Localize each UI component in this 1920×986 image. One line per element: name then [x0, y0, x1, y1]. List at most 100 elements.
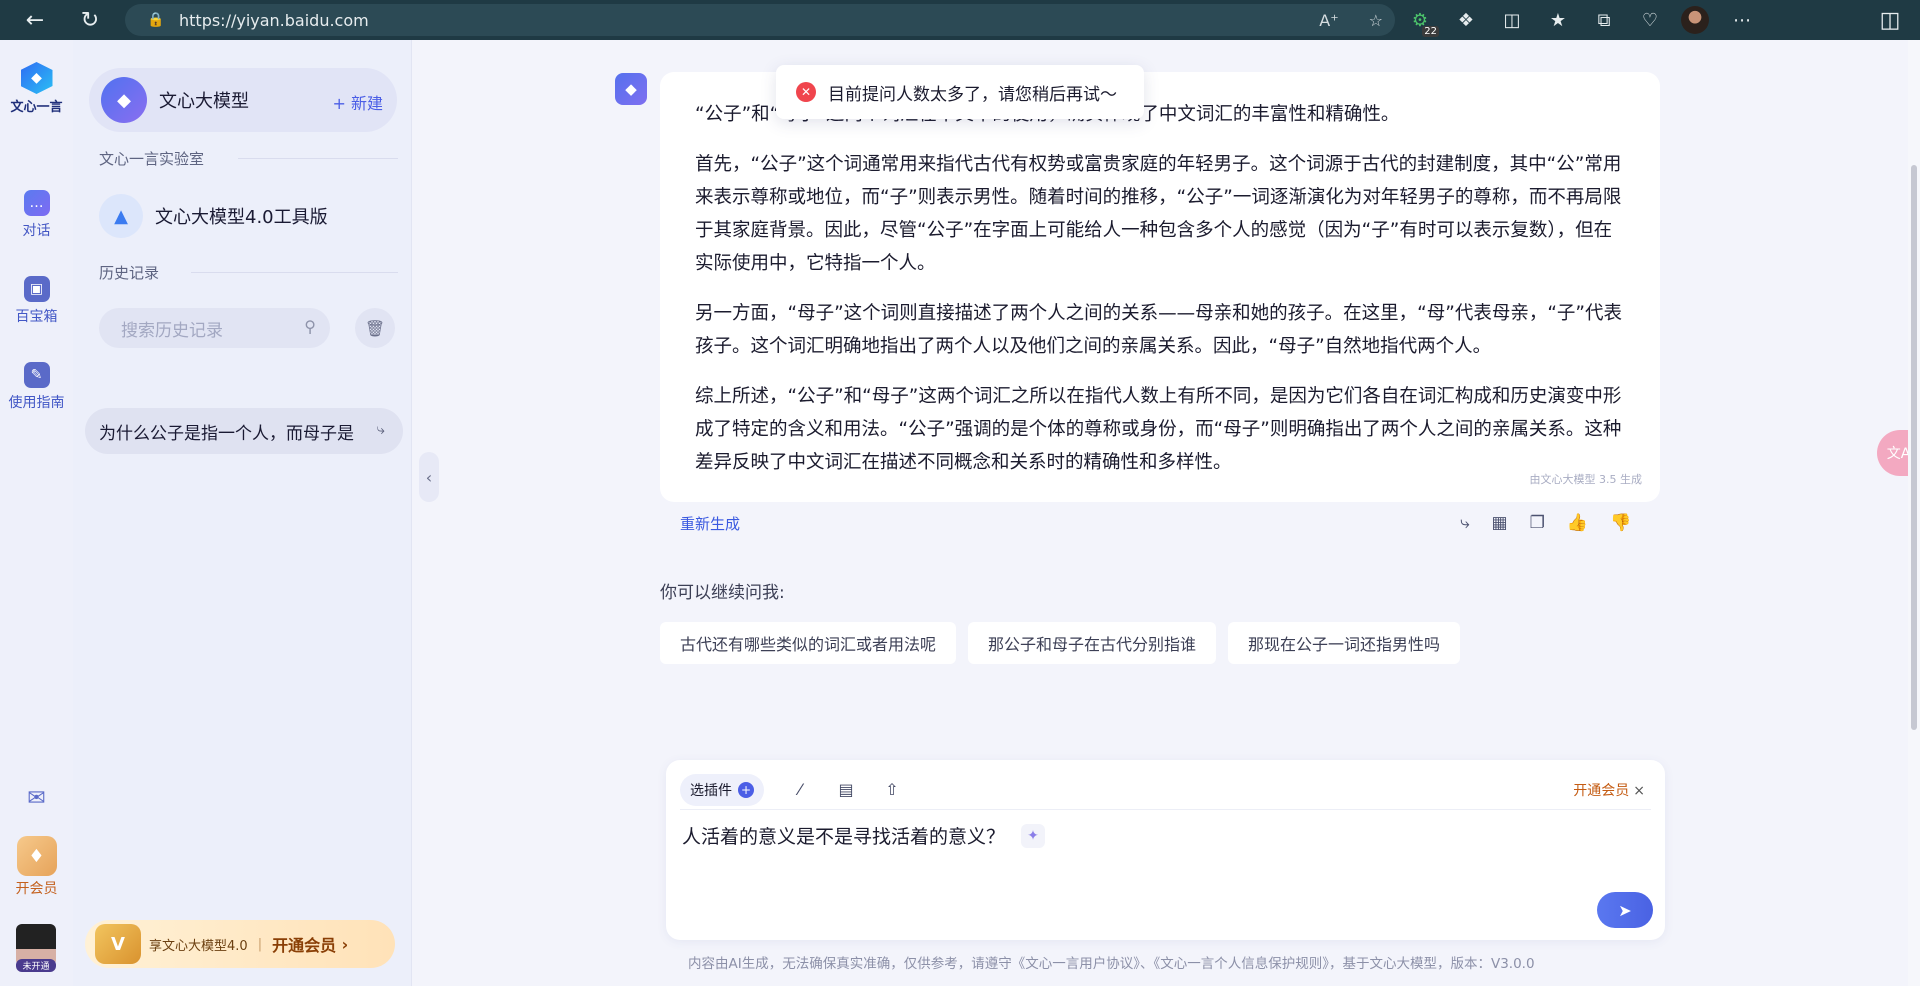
suggestion-chip[interactable]: 古代还有哪些类似的词汇或者用法呢 [660, 622, 957, 664]
profile-avatar[interactable] [1681, 6, 1711, 34]
suggestion-chip[interactable]: 那现在公子一词还指男性吗 [1228, 622, 1461, 664]
prompt-input[interactable]: 人活着的意义是不是寻找活着的意义？ ✦ [682, 822, 1046, 849]
read-aloud-icon[interactable]: A⁺ [1319, 11, 1338, 30]
prompt-input-value: 人活着的意义是不是寻找活着的意义？ [682, 826, 1006, 848]
model-selector[interactable]: ◆ 文心大模型 + 新建 [89, 68, 397, 132]
lab-section-label: 文心一言实验室 [99, 150, 205, 168]
suggestions-title: 你可以继续问我: [660, 583, 785, 603]
open-vip-link[interactable]: 开通会员 × [1573, 780, 1645, 800]
extension-badge: 22 [1422, 25, 1439, 37]
suggestion-chip[interactable]: 那公子和母子在古代分别指谁 [968, 622, 1217, 664]
promo-text: 享文心大模型4.0 [149, 938, 248, 954]
app-logo[interactable]: ◆ 文心一言 [0, 62, 73, 115]
new-chat-button[interactable]: + 新建 [333, 90, 384, 114]
copy-icon[interactable]: ❐ [1530, 513, 1545, 533]
image-upload-icon[interactable]: ▤ [836, 780, 856, 799]
extension-icon[interactable]: ⚙ 22 [1405, 10, 1439, 37]
browser-toolbar: ← ↻ 🔒 https://yiyan.baidu.com A⁺ ☆ ⚙ 22 ❖… [0, 0, 1920, 40]
favorite-star-icon[interactable]: ☆ [1369, 11, 1383, 30]
error-icon: ✕ [796, 82, 816, 102]
composer-toolbar: 选插件 + ⁄ ▤ ⇧ 开通会员 × [680, 770, 1651, 810]
avatar-status-tag: 未开通 [16, 959, 56, 972]
address-bar[interactable]: 🔒 https://yiyan.baidu.com A⁺ ☆ [125, 4, 1395, 36]
user-avatar[interactable]: 未开通 [16, 924, 56, 972]
close-icon[interactable]: × [1633, 783, 1645, 799]
logo-cube-icon: ◆ [20, 62, 53, 94]
thumbs-down-icon[interactable]: 👎 [1610, 513, 1631, 533]
rail-item-guide[interactable]: ✎ 使用指南 [0, 362, 73, 412]
guide-icon: ✎ [23, 362, 50, 388]
chevron-right-icon: › [336, 934, 349, 954]
tool-item-label: 文心大模型4.0工具版 [155, 207, 328, 228]
search-placeholder: 搜索历史记录 [121, 320, 223, 341]
rail-item-treasure[interactable]: ▣ 百宝箱 [0, 276, 73, 326]
share-icon[interactable]: ⤷ [1460, 513, 1470, 533]
answer-paragraph: 另一方面，“母子”这个词则直接描述了两个人之间的关系——母亲和她的孩子。在这里，… [695, 303, 1623, 357]
chat-icon: … [23, 190, 50, 216]
plugin-label: 选插件 [690, 782, 732, 799]
collections-icon[interactable]: ⧉ [1589, 10, 1619, 31]
tool-version-icon: ▲ [99, 194, 143, 238]
scrollbar-thumb[interactable] [1911, 165, 1917, 730]
extensions-puzzle-icon[interactable]: ❖ [1451, 10, 1481, 31]
history-section-label: 历史记录 [99, 264, 160, 282]
history-item-title: 为什么公子是指一个人，而母子是 [99, 423, 354, 444]
bot-avatar-icon: ◆ [615, 73, 647, 105]
instruction-icon[interactable]: ⁄ [790, 780, 810, 799]
lab-tool-item[interactable]: ▲ 文心大模型4.0工具版 [99, 194, 328, 238]
left-rail: ◆ 文心一言 … 对话 ▣ 百宝箱 ✎ 使用指南 ✉ ♦ 开会员 未开通 [0, 40, 73, 986]
generated-by-tag: 由文心大模型 3.5 生成 [1529, 473, 1643, 486]
regenerate-button[interactable]: 重新生成 [680, 513, 740, 534]
footer-disclaimer: 内容由AI生成，无法确保真实准确，仅供参考，请遵守《文心一言用户协议》、《文心一… [688, 956, 1535, 972]
vip-diamond-icon: ♦ [16, 836, 57, 876]
select-plugin-button[interactable]: 选插件 + [680, 773, 764, 806]
answer-paragraph: 综上所述，“公子”和“母子”这两个词汇之所以在指代人数上有所不同，是因为它们各自… [695, 386, 1622, 473]
more-menu-icon[interactable]: ⋯ [1727, 10, 1757, 31]
thumbs-up-icon[interactable]: 👍 [1567, 513, 1588, 533]
rail-item-chat[interactable]: … 对话 [0, 190, 73, 240]
image-icon[interactable]: ▦ [1492, 513, 1508, 533]
toast-message: 目前提问人数太多了，请您稍后再试～ [828, 84, 1117, 105]
send-icon: ➤ [1618, 900, 1632, 920]
logo-label: 文心一言 [10, 100, 63, 115]
collapse-sidebar-button[interactable]: ‹ [419, 452, 439, 502]
history-item[interactable]: 为什么公子是指一个人，而母子是 ⤷ [85, 408, 403, 454]
vip-link-label: 开通会员 [1573, 783, 1630, 799]
back-icon[interactable]: ← [15, 0, 55, 40]
sidebar-panel: ◆ 文心大模型 + 新建 文心一言实验室 ▲ 文心大模型4.0工具版 历史记录 … [73, 40, 412, 986]
share-icon[interactable]: ⤷ [377, 420, 385, 438]
divider [191, 272, 398, 273]
answer-card: “公子”和“母子”这两个词汇在中文中的使用，确实体现了中文词汇的丰富性和精确性。… [660, 72, 1660, 502]
rail-item-label: 百宝箱 [15, 309, 58, 325]
url-text: https://yiyan.baidu.com [179, 10, 369, 30]
send-button[interactable]: ➤ [1597, 892, 1653, 928]
search-icon[interactable]: ⚲ [304, 317, 316, 336]
vip-v-icon: V [95, 924, 141, 964]
history-search-input[interactable]: 搜索历史记录 ⚲ [99, 308, 330, 348]
performance-icon[interactable]: ♡ [1635, 10, 1665, 31]
rail-item-vip[interactable]: ♦ 开会员 [0, 836, 73, 898]
plus-icon: + [738, 781, 754, 798]
magic-wand-icon[interactable]: ✦ [1021, 823, 1046, 848]
rail-item-label: 使用指南 [8, 395, 65, 411]
split-screen-icon[interactable]: ◫ [1497, 10, 1527, 31]
translate-icon: 文A [1886, 446, 1911, 462]
answer-actions: ⤷ ▦ ❐ 👍 👎 [1460, 513, 1631, 533]
refresh-icon[interactable]: ↻ [70, 0, 110, 40]
rail-item-label: 对话 [22, 223, 51, 239]
vip-promo-banner[interactable]: V 享文心大模型4.0 | 开通会员 › [85, 920, 395, 968]
sidebar-toggle-icon[interactable]: ◫ [1870, 0, 1910, 40]
composer: 选插件 + ⁄ ▤ ⇧ 开通会员 × 人活着的意义是不是寻找活着的意义？ ✦ ➤ [666, 760, 1665, 940]
divider [238, 158, 398, 159]
trash-icon: 🗑 [364, 318, 386, 338]
suggestion-chips: 古代还有哪些类似的词汇或者用法呢 那公子和母子在古代分别指谁 那现在公子一词还指… [660, 622, 1461, 664]
favorites-icon[interactable]: ★ [1543, 10, 1573, 31]
model-name: 文心大模型 [159, 91, 249, 112]
mail-icon[interactable]: ✉ [0, 786, 73, 811]
vip-label: 开会员 [15, 881, 58, 897]
treasure-box-icon: ▣ [23, 276, 50, 302]
file-upload-icon[interactable]: ⇧ [882, 780, 902, 799]
model-cube-icon: ◆ [101, 77, 147, 123]
promo-cta: 开通会员 [272, 936, 337, 955]
delete-history-button[interactable]: 🗑 [355, 308, 395, 348]
